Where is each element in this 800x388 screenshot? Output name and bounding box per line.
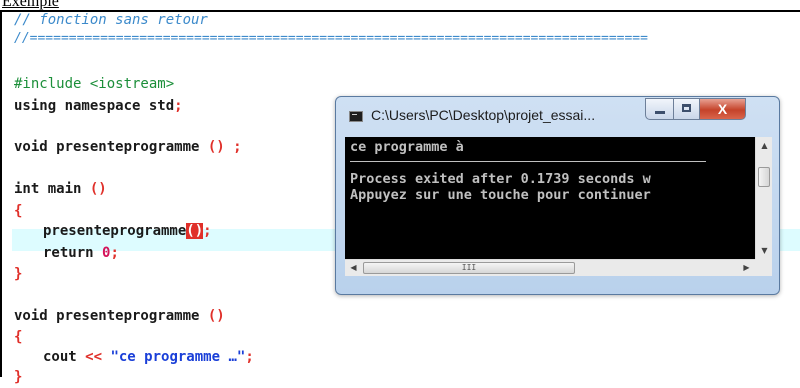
scroll-right-icon[interactable]: ▶: [738, 260, 755, 277]
code-line-return: return 0;: [43, 245, 119, 261]
console-titlebar[interactable]: C:\Users\PC\Desktop\projet_essai... X: [336, 97, 779, 133]
close-button[interactable]: X: [699, 98, 746, 120]
console-title: C:\Users\PC\Desktop\projet_essai...: [371, 107, 596, 123]
code-line-definition: void presenteprogramme (): [14, 308, 225, 324]
minimize-button[interactable]: [645, 98, 674, 120]
vertical-scroll-thumb[interactable]: [758, 167, 770, 187]
scroll-up-icon[interactable]: ▲: [756, 137, 772, 154]
console-app-icon: [349, 111, 363, 122]
code-line-main: int main (): [14, 181, 107, 197]
code-line-def-brace-close: }: [14, 369, 23, 385]
console-line: Appuyez sur une touche pour continuer: [350, 187, 651, 203]
code-line-declaration: void presenteprogramme () ;: [14, 139, 242, 155]
minimize-icon: [655, 111, 665, 114]
horizontal-scrollbar[interactable]: ◀ III ▶: [345, 259, 772, 276]
matching-bracket-highlight: (): [186, 223, 204, 239]
maximize-icon: [682, 104, 691, 112]
close-icon: X: [717, 101, 728, 117]
code-line-def-brace-open: {: [14, 329, 23, 345]
code-line-using: using namespace std;: [14, 98, 183, 114]
code-comment-separator: //======================================…: [14, 31, 648, 46]
console-separator: [350, 161, 706, 162]
console-line: Process exited after 0.1739 seconds w: [350, 171, 651, 187]
code-line-brace-open: {: [14, 203, 23, 219]
scroll-left-icon[interactable]: ◀: [345, 260, 362, 277]
scroll-down-icon[interactable]: ▼: [756, 242, 772, 259]
code-line-brace-close: }: [14, 266, 23, 282]
resize-grip-icon[interactable]: [755, 259, 772, 276]
code-line-cout: cout << "ce programme …";: [43, 349, 254, 365]
console-window[interactable]: C:\Users\PC\Desktop\projet_essai... X ce…: [335, 96, 780, 295]
console-line: ce programme à: [350, 139, 464, 155]
vertical-scrollbar[interactable]: ▲ ▼: [755, 137, 772, 259]
code-line-include: #include <iostream>: [14, 76, 175, 92]
horizontal-scroll-thumb[interactable]: III: [363, 262, 575, 274]
console-output[interactable]: ce programme à Process exited after 0.17…: [345, 137, 772, 259]
maximize-button[interactable]: [673, 98, 700, 120]
code-line-call: presenteprogramme();: [43, 223, 212, 239]
